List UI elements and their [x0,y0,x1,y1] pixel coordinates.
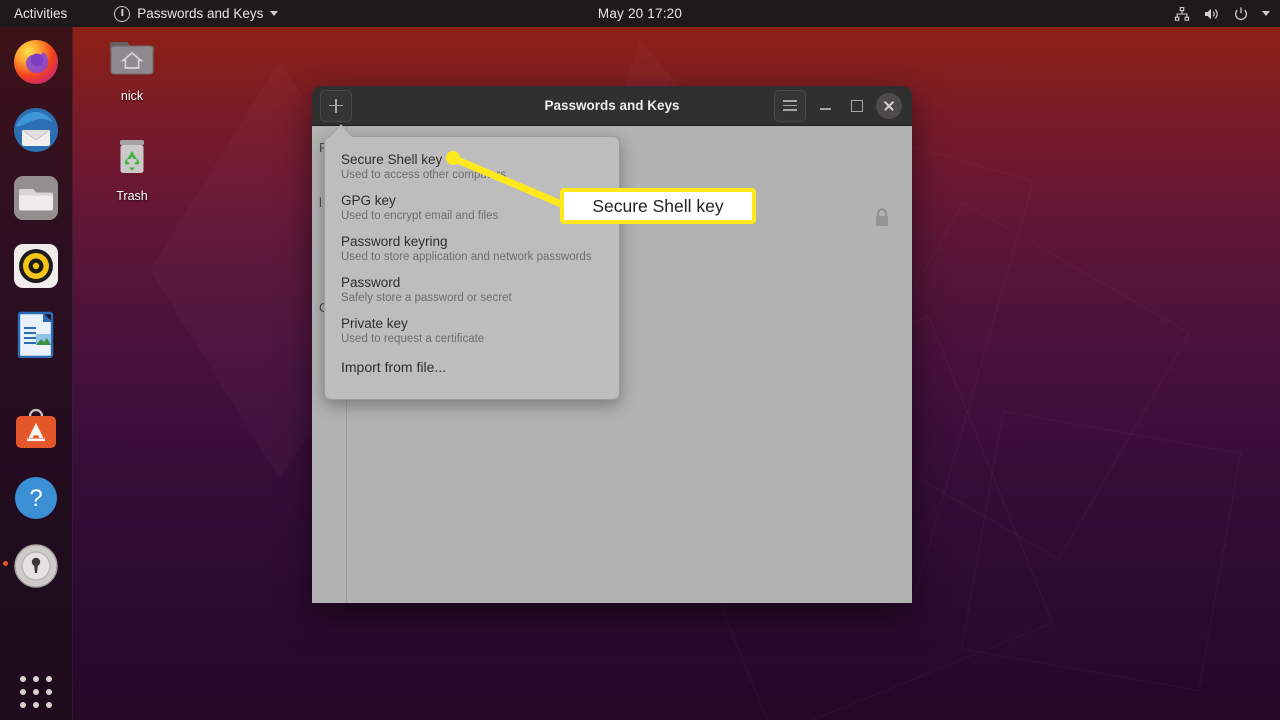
svg-text:?: ? [29,485,42,512]
minimize-button[interactable] [812,93,838,119]
activities-button[interactable]: Activities [0,0,77,27]
app-menu-label: Passwords and Keys [137,6,264,21]
sidebar-partial-text: l [319,195,322,210]
maximize-button[interactable] [844,93,870,119]
grid-dot [46,689,52,695]
dock-item-help[interactable]: ? [12,474,60,522]
thunderbird-icon [14,108,58,152]
power-icon[interactable] [1233,6,1249,22]
desktop-screen: Activities Passwords and Keys May 20 17:… [0,0,1280,720]
rhythmbox-icon [14,244,58,288]
firefox-icon [14,40,58,84]
dock-running-indicator [3,561,8,566]
show-applications-button[interactable] [16,672,56,712]
menu-item-subtitle: Safely store a password or secret [341,292,512,304]
help-icon: ? [15,477,57,519]
annotation-callout-text: Secure Shell key [592,195,724,216]
grid-dot [20,676,26,682]
minimize-icon [819,108,831,110]
menu-item-secure-shell-key[interactable]: Secure Shell key Used to access other co… [325,151,619,183]
lock-icon [876,208,888,226]
clock-label[interactable]: May 20 17:20 [598,6,682,21]
trash-icon [120,140,144,173]
menu-item-password-keyring[interactable]: Password keyring Used to store applicati… [325,233,619,265]
close-button[interactable] [876,92,902,119]
window-controls [774,86,902,125]
annotation-callout: Secure Shell key [560,188,756,224]
menu-item-private-key[interactable]: Private key Used to request a certificat… [325,315,619,347]
dock-item-ubuntu-software[interactable] [12,406,60,454]
menu-item-title: Secure Shell key [341,152,443,167]
info-circle-icon [114,5,131,22]
new-item-popover-menu: Secure Shell key Used to access other co… [324,136,620,400]
menu-item-subtitle: Used to request a certificate [341,333,485,345]
window-titlebar: Passwords and Keys [312,86,912,126]
grid-dot [33,676,39,682]
ubuntu-software-icon [16,408,56,448]
grid-dot [20,689,26,695]
libreoffice-writer-icon [17,311,54,359]
window-menu-button[interactable] [774,89,806,122]
home-folder-icon [110,42,154,75]
dock-item-rhythmbox[interactable] [12,242,60,290]
desktop-icon-label: Trash [116,189,148,203]
chevron-down-icon [270,11,279,16]
desktop-icon-trash[interactable]: Trash [89,132,175,203]
menu-item-subtitle: Used to access other computers [341,169,506,181]
grid-dot [20,702,26,708]
grid-dot [46,702,52,708]
wallpaper-shape [960,410,1242,692]
app-menu-button[interactable]: Passwords and Keys [114,0,279,27]
chevron-down-icon[interactable] [1262,11,1270,16]
desktop-icon-label: nick [120,89,144,103]
desktop-icon-home[interactable]: nick [89,32,175,103]
files-folder-icon [14,176,58,220]
grid-dot [33,702,39,708]
add-new-item-button[interactable] [320,89,352,122]
grid-dot [33,689,39,695]
maximize-icon [851,99,863,112]
menu-item-import-from-file[interactable]: Import from file... [325,359,619,375]
menu-item-title: Private key [341,316,408,331]
volume-icon[interactable] [1203,6,1220,22]
menu-item-subtitle: Used to store application and network pa… [341,251,592,263]
dock-item-firefox[interactable] [12,38,60,86]
dock-item-thunderbird[interactable] [12,106,60,154]
grid-dot [46,676,52,682]
plus-icon [329,98,343,113]
keyring-lock-icon [14,544,58,588]
popover-arrow [330,125,352,137]
dock-item-passwords-and-keys[interactable] [12,542,60,590]
network-icon[interactable] [1174,6,1190,22]
menu-item-title: Password keyring [341,234,448,249]
dock-item-libreoffice-writer[interactable] [12,310,60,359]
top-bar: Activities Passwords and Keys May 20 17:… [0,0,1280,27]
dock: ? [0,27,73,720]
hamburger-menu-icon [783,100,797,111]
dock-item-files[interactable] [12,174,60,222]
menu-item-password[interactable]: Password Safely store a password or secr… [325,274,619,306]
menu-item-title: Password [341,275,401,290]
system-tray [1174,0,1270,27]
